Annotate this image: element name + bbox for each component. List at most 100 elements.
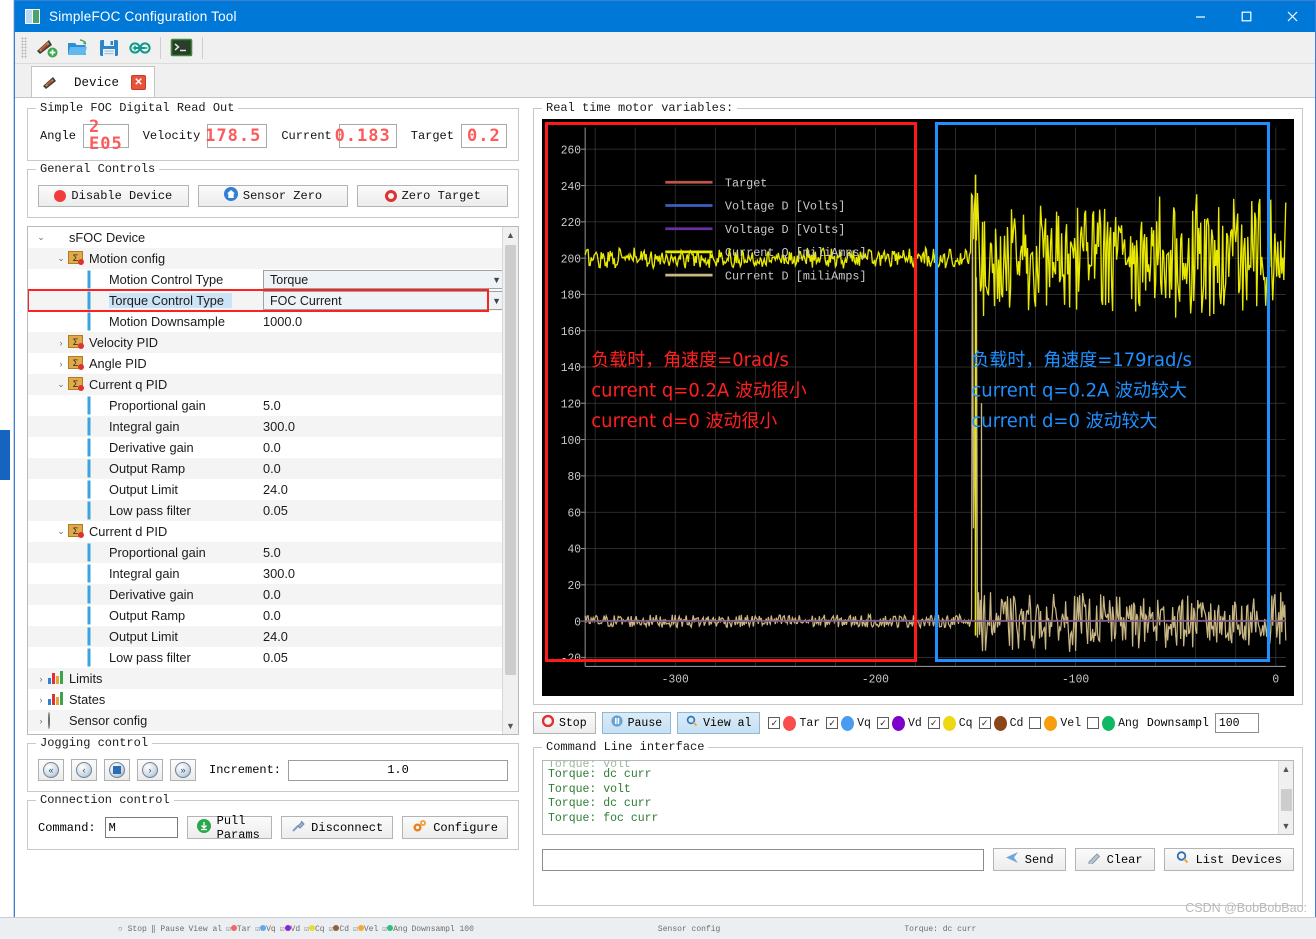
checkbox[interactable]: ✓ (876, 717, 889, 729)
series-toggle-vq[interactable]: ✓ Vq (826, 715, 871, 731)
cli-output[interactable]: Torque: volt Torque: dc curr Torque: volt T… (542, 760, 1294, 835)
tree-row[interactable]: ⌄ Σ Current q PID (28, 374, 502, 395)
series-toggle-tar[interactable]: ✓ Tar (768, 715, 820, 731)
jog-back-button[interactable]: ‹ (71, 759, 97, 781)
sensor-zero-label: Sensor Zero (242, 189, 323, 203)
tree-row-combo-value[interactable]: Torque ▼ (263, 270, 502, 289)
tree-expander-icon[interactable]: ⌄ (54, 379, 68, 390)
tree-row[interactable]: Output Ramp 0.0 (28, 605, 502, 626)
svg-text:160: 160 (561, 326, 581, 339)
open-folder-icon[interactable] (62, 34, 93, 62)
disconnect-button[interactable]: Disconnect (281, 816, 394, 839)
close-button[interactable] (1269, 1, 1315, 32)
checkbox[interactable] (1087, 717, 1100, 729)
tree-row[interactable]: Proportional gain 5.0 (28, 542, 502, 563)
tree-row[interactable]: › Σ Velocity PID (28, 332, 502, 353)
scroll-up-icon[interactable]: ▲ (503, 227, 519, 243)
minimize-button[interactable] (1177, 1, 1223, 32)
series-toggle-cq[interactable]: ✓ Cq (927, 715, 973, 731)
tree-scrollbar[interactable]: ▲ ▼ (502, 227, 518, 734)
jog-stop-button[interactable] (104, 759, 130, 781)
tree-row[interactable]: Low pass filter 0.05 (28, 647, 502, 668)
tree-row[interactable]: Derivative gain 0.0 (28, 437, 502, 458)
cli-scroll-up-icon[interactable]: ▲ (1278, 761, 1293, 777)
tree-row[interactable]: › Σ Angle PID (28, 353, 502, 374)
jog-fast-forward-button[interactable]: » (170, 759, 196, 781)
downsample-input[interactable]: 100 (1214, 713, 1259, 733)
series-toggle-vel[interactable]: Vel (1029, 715, 1081, 731)
tree-row[interactable]: Output Limit 24.0 (28, 479, 502, 500)
tree-row[interactable]: Low pass filter 0.05 (28, 500, 502, 521)
tree-row[interactable]: › Sensor config (28, 710, 502, 731)
tree-expander-icon[interactable]: ⌄ (34, 232, 48, 243)
tree-row[interactable]: Output Limit 24.0 (28, 626, 502, 647)
tree-row[interactable]: Integral gain 300.0 (28, 416, 502, 437)
pull-params-button[interactable]: Pull Params (186, 814, 273, 842)
arduino-icon[interactable] (124, 34, 155, 62)
tree-expander-icon[interactable]: › (54, 359, 68, 369)
tree-expander-icon[interactable]: › (34, 695, 48, 705)
tree-row[interactable]: ⌄ Σ Current d PID (28, 521, 502, 542)
cli-scrollbar[interactable]: ▲ ▼ (1278, 761, 1293, 834)
checkbox[interactable]: ✓ (927, 717, 940, 729)
checkbox[interactable]: ✓ (768, 717, 781, 729)
tree-row[interactable]: Derivative gain 0.0 (28, 584, 502, 605)
tree-row[interactable]: › Limits (28, 668, 502, 689)
tree-row[interactable]: Output Ramp 0.0 (28, 458, 502, 479)
tree-expander-icon[interactable]: ⌄ (54, 526, 68, 537)
new-device-icon[interactable] (31, 34, 62, 62)
cli-line: Torque: volt (548, 761, 631, 768)
series-toggle-ang[interactable]: Ang (1087, 715, 1139, 731)
tree-scroll-thumb[interactable] (505, 245, 516, 675)
cli-input[interactable] (542, 848, 984, 871)
maximize-button[interactable] (1223, 1, 1269, 32)
tree-expander-icon[interactable]: › (54, 338, 68, 348)
tree-expander-icon[interactable]: › (34, 716, 48, 726)
cli-scroll-thumb[interactable] (1280, 789, 1292, 811)
list-devices-button[interactable]: List Devices (1163, 848, 1294, 871)
checkbox[interactable] (1029, 717, 1042, 729)
configure-button[interactable]: Configure (402, 816, 508, 839)
tree-row[interactable]: ⌄ sFOC Device (28, 227, 502, 248)
stop-button[interactable]: Stop (533, 712, 596, 734)
tab-device[interactable]: Device ✕ (31, 66, 156, 98)
series-toggle-vd[interactable]: ✓ Vd (876, 715, 922, 731)
svg-text:current q=0.2A 波动较大: current q=0.2A 波动较大 (971, 380, 1187, 401)
view-all-button[interactable]: View al (677, 712, 761, 734)
tree-row[interactable]: Proportional gain 5.0 (28, 395, 502, 416)
send-label: Send (1024, 852, 1054, 867)
command-input[interactable]: M (104, 817, 178, 838)
save-icon[interactable] (93, 34, 124, 62)
tree-row[interactable]: ⌄ Σ Motion config (28, 248, 502, 269)
jog-forward-button[interactable]: › (137, 759, 163, 781)
sensor-zero-button[interactable]: Sensor Zero (197, 185, 349, 207)
series-toggle-cd[interactable]: ✓ Cd (978, 715, 1023, 731)
tree-expander-icon[interactable]: ⌄ (54, 253, 68, 264)
tree-row-combo[interactable]: Motion Control Type Torque ▼ (28, 269, 502, 290)
checkbox[interactable]: ✓ (978, 717, 991, 729)
scroll-down-icon[interactable]: ▼ (503, 718, 519, 734)
pause-button[interactable]: Pause (601, 712, 672, 734)
checkbox[interactable]: ✓ (826, 717, 839, 729)
tree-expander-icon[interactable]: › (34, 674, 48, 684)
tree-row[interactable]: Integral gain 300.0 (28, 563, 502, 584)
send-button[interactable]: Send (992, 848, 1066, 871)
realtime-plot[interactable]: -20 0 20 40 60 80 100 120 140 160 180 200 220 240 260-… (542, 119, 1294, 696)
tree-row-label: Motion Control Type (109, 272, 224, 287)
toolbar-grip[interactable] (21, 36, 27, 59)
terminal-icon[interactable] (166, 34, 197, 62)
tab-close-icon[interactable]: ✕ (131, 75, 147, 90)
tree-row-combo-value[interactable]: FOC Current ▼ (263, 291, 502, 310)
clear-button[interactable]: Clear (1074, 848, 1155, 871)
increment-input[interactable]: 1.0 (288, 759, 508, 781)
jog-fast-back-button[interactable]: « (38, 759, 64, 781)
config-tree[interactable]: ⌄ sFOC Device ⌄ Σ Motion config Motion Contro… (27, 226, 519, 735)
background-toolbar-ghost: ○ Stop ‖ Pause View al ☑ Tar ☑ Vq ☑ Vd ☑ Cq ☑ Cd ☑ Vel… (118, 924, 977, 935)
zero-target-button[interactable]: Zero Target (357, 185, 509, 207)
tree-row[interactable]: Motion Downsample 1000.0 (28, 311, 502, 332)
tree-row[interactable]: › States (28, 689, 502, 710)
cli-scroll-down-icon[interactable]: ▼ (1278, 818, 1293, 834)
disable-device-button[interactable]: Disable Device (38, 185, 189, 207)
tree-row-combo[interactable]: Torque Control Type FOC Current ▼ (28, 290, 502, 311)
tree-row-label: Integral gain (109, 419, 180, 434)
